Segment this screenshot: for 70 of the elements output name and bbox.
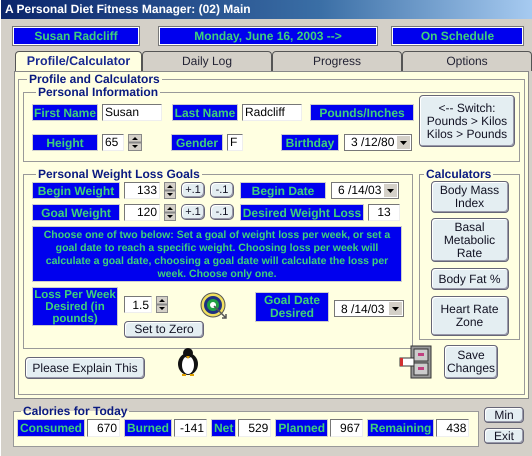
tab[interactable]: Daily Log [142, 51, 272, 71]
calorie-label: Remaining [367, 419, 434, 437]
field-label: Desired Weight Loss [240, 204, 364, 220]
calorie-label: Net [211, 419, 236, 437]
date-display[interactable]: Monday, June 16, 2003 --> [159, 27, 377, 45]
input-field[interactable]: 13 [368, 204, 400, 220]
input-field[interactable]: 65 [102, 134, 124, 150]
calculator-button[interactable]: Heart Rate Zone [430, 296, 508, 336]
field-label: Goal Weight [32, 204, 120, 220]
field-label: Begin Weight [32, 182, 120, 198]
window-button[interactable]: Exit [484, 428, 524, 444]
input-field[interactable]: 1.5 [124, 296, 152, 313]
calorie-label: Burned [124, 419, 172, 437]
input-field[interactable]: 120 [124, 204, 160, 220]
increment-button[interactable]: +.1 [181, 204, 205, 220]
target-icon [200, 292, 228, 320]
calorie-value: 967 [330, 419, 364, 437]
tab[interactable]: Options [402, 51, 532, 71]
tab[interactable]: Profile/Calculator [15, 51, 142, 71]
penguin-icon [175, 347, 201, 377]
field-label: Last Name [172, 104, 238, 120]
tab[interactable]: Progress [272, 51, 402, 71]
field-label: Gender [171, 134, 223, 150]
units-label: Pounds/Inches [310, 104, 414, 120]
spinner-control[interactable] [128, 134, 142, 150]
group-title: Calculators [425, 168, 492, 181]
window-button[interactable]: Min [484, 407, 524, 423]
group-title: Personal Weight Loss Goals [37, 168, 201, 181]
caret-icon [397, 136, 410, 148]
field-label: First Name [32, 104, 98, 120]
group-title: Calories for Today [22, 405, 128, 418]
set-to-zero-button[interactable]: Set to Zero [124, 321, 204, 338]
calorie-label: Planned [275, 419, 328, 437]
calorie-value: 438 [436, 419, 470, 437]
date-dropdown[interactable]: 3 /12/80 [344, 134, 412, 150]
explain-button[interactable]: Please Explain This [25, 357, 145, 379]
date-dropdown[interactable]: 8 /14/03 [334, 300, 404, 317]
calorie-value: 670 [87, 419, 120, 437]
date-dropdown[interactable]: 6 /14/03 [331, 182, 399, 198]
input-field[interactable]: Susan [102, 104, 162, 120]
caret-icon [389, 302, 402, 315]
spinner-control[interactable] [164, 182, 176, 198]
schedule-status: On Schedule [392, 27, 523, 45]
group-title: Personal Information [37, 86, 160, 99]
field-label: Loss Per Week Desired (in pounds) [32, 287, 118, 326]
group-title: Profile and Calculators [28, 73, 161, 86]
switch-units-button[interactable]: <-- Switch: Pounds > Kilos Kilos > Pounds [419, 95, 515, 147]
spinner-control[interactable] [156, 296, 168, 313]
field-label: Height [32, 134, 98, 150]
caret-icon [384, 184, 397, 196]
input-field[interactable]: F [227, 134, 243, 150]
calculator-button[interactable]: Body Mass Index [430, 181, 508, 213]
field-label: Goal Date Desired [255, 292, 329, 322]
decrement-button[interactable]: -.1 [210, 182, 234, 198]
save-changes-button[interactable]: Save Changes [444, 345, 498, 379]
field-label: Birthday [281, 134, 339, 150]
calorie-value: 529 [238, 419, 272, 437]
calorie-value: -141 [174, 419, 208, 437]
decrement-button[interactable]: -.1 [210, 204, 234, 220]
calculator-button[interactable]: Basal Metabolic Rate [430, 218, 508, 262]
window-title: A Personal Diet Fitness Manager: (02) Main [1, 0, 532, 19]
instructions-text: Choose one of two below: Set a goal of weight loss per week, or set a goal date to reach a specific weight. Choosing loss per week will calculate a goal date, choosing a goal date will calculate the loss per week. Choose only one. [32, 226, 402, 282]
calorie-label: Consumed [17, 419, 86, 437]
user-name: Susan Radcliff [13, 27, 139, 45]
increment-button[interactable]: +.1 [181, 182, 205, 198]
field-label: Begin Date [240, 182, 326, 198]
input-field[interactable]: Radcliff [242, 104, 302, 120]
calculator-button[interactable]: Body Fat % [430, 268, 508, 290]
input-field[interactable]: 133 [124, 182, 160, 198]
spinner-control[interactable] [164, 204, 176, 220]
